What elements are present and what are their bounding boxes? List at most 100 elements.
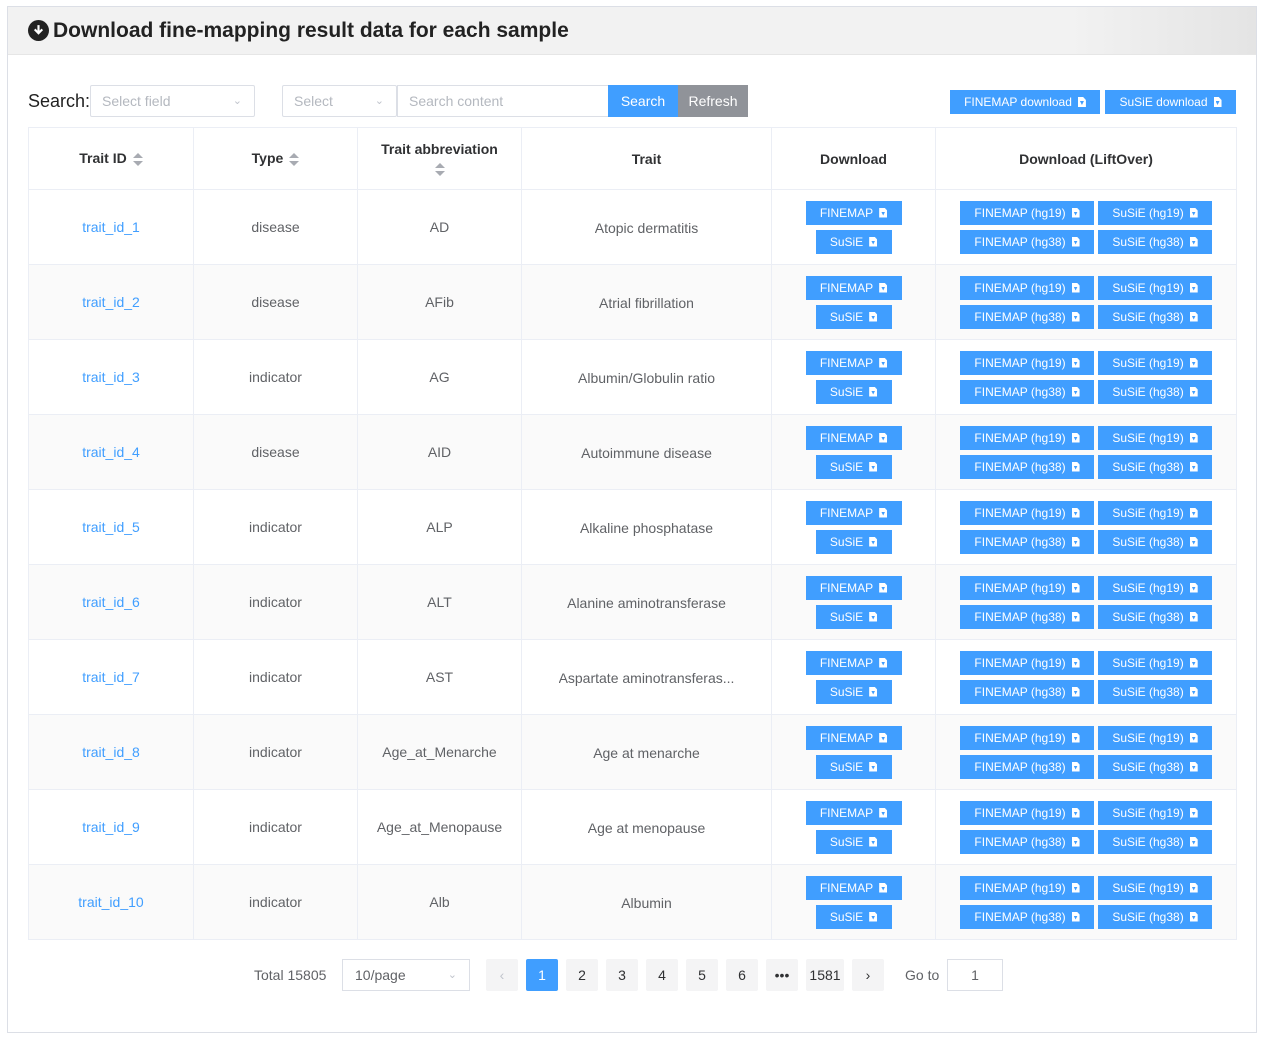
trait-id-link[interactable]: trait_id_10 <box>78 894 143 910</box>
trait-id-link[interactable]: trait_id_6 <box>82 594 140 610</box>
goto-page-input[interactable]: 1 <box>947 959 1003 991</box>
susie-button[interactable]: SuSiE <box>815 679 892 704</box>
finemap-hg38-button[interactable]: FINEMAP (hg38) <box>960 304 1094 329</box>
search-button[interactable]: Search <box>608 85 678 117</box>
finemap-hg19-button[interactable]: FINEMAP (hg19) <box>960 500 1094 525</box>
susie-hg38-button[interactable]: SuSiE (hg38) <box>1098 379 1212 404</box>
susie-hg19-button[interactable]: SuSiE (hg19) <box>1098 500 1212 525</box>
susie-hg19-button[interactable]: SuSiE (hg19) <box>1098 350 1212 375</box>
susie-button[interactable]: SuSiE <box>815 829 892 854</box>
finemap-hg19-button[interactable]: FINEMAP (hg19) <box>960 725 1094 750</box>
more-pages-button[interactable]: ••• <box>766 959 798 991</box>
sort-caret-icon[interactable] <box>289 152 300 167</box>
trait-id-link[interactable]: trait_id_1 <box>82 219 140 235</box>
susie-hg38-button[interactable]: SuSiE (hg38) <box>1098 679 1212 704</box>
finemap-hg19-button[interactable]: FINEMAP (hg19) <box>960 425 1094 450</box>
finemap-hg19-button[interactable]: FINEMAP (hg19) <box>960 200 1094 225</box>
finemap-button[interactable]: FINEMAP <box>805 200 902 225</box>
susie-hg19-button[interactable]: SuSiE (hg19) <box>1098 725 1212 750</box>
finemap-hg38-button[interactable]: FINEMAP (hg38) <box>960 529 1094 554</box>
finemap-button[interactable]: FINEMAP <box>805 650 902 675</box>
finemap-button[interactable]: FINEMAP <box>805 275 902 300</box>
susie-button[interactable]: SuSiE <box>815 454 892 479</box>
column-header-type[interactable]: Type <box>193 127 358 190</box>
susie-hg38-button[interactable]: SuSiE (hg38) <box>1098 229 1212 254</box>
finemap-hg19-button[interactable]: FINEMAP (hg19) <box>960 800 1094 825</box>
susie-button[interactable]: SuSiE <box>815 904 892 929</box>
susie-hg19-button[interactable]: SuSiE (hg19) <box>1098 575 1212 600</box>
trait-id-link[interactable]: trait_id_7 <box>82 669 140 685</box>
susie-hg38-button[interactable]: SuSiE (hg38) <box>1098 304 1212 329</box>
page-button-3[interactable]: 3 <box>606 959 638 991</box>
trait-id-link[interactable]: trait_id_2 <box>82 294 140 310</box>
susie-hg19-button[interactable]: SuSiE (hg19) <box>1098 875 1212 900</box>
button-label: FINEMAP <box>819 880 874 895</box>
column-header-trait-id[interactable]: Trait ID <box>28 127 194 190</box>
susie-button[interactable]: SuSiE <box>815 754 892 779</box>
page-button-last[interactable]: 1581 <box>806 959 844 991</box>
finemap-hg19-button[interactable]: FINEMAP (hg19) <box>960 275 1094 300</box>
susie-hg19-button[interactable]: SuSiE (hg19) <box>1098 425 1212 450</box>
finemap-button[interactable]: FINEMAP <box>805 725 902 750</box>
finemap-hg19-button[interactable]: FINEMAP (hg19) <box>960 575 1094 600</box>
finemap-hg38-button[interactable]: FINEMAP (hg38) <box>960 679 1094 704</box>
finemap-hg19-button[interactable]: FINEMAP (hg19) <box>960 650 1094 675</box>
column-header-trait-abbreviation[interactable]: Trait abbreviation <box>357 127 522 190</box>
finemap-hg19-button[interactable]: FINEMAP (hg19) <box>960 875 1094 900</box>
susie-button[interactable]: SuSiE <box>815 604 892 629</box>
page-button-2[interactable]: 2 <box>566 959 598 991</box>
susie-hg38-button[interactable]: SuSiE (hg38) <box>1098 904 1212 929</box>
finemap-hg19-button[interactable]: FINEMAP (hg19) <box>960 350 1094 375</box>
susie-hg19-button[interactable]: SuSiE (hg19) <box>1098 200 1212 225</box>
search-input[interactable]: Search content <box>397 85 609 117</box>
condition-select[interactable]: Select ⌄ <box>282 85 397 117</box>
finemap-button[interactable]: FINEMAP <box>805 875 902 900</box>
susie-button[interactable]: SuSiE <box>815 229 892 254</box>
button-label: SuSiE (hg19) <box>1112 580 1184 595</box>
trait-id-link[interactable]: trait_id_5 <box>82 519 140 535</box>
finemap-button[interactable]: FINEMAP <box>805 425 902 450</box>
finemap-hg38-button[interactable]: FINEMAP (hg38) <box>960 754 1094 779</box>
finemap-button[interactable]: FINEMAP <box>805 350 902 375</box>
finemap-download-button[interactable]: FINEMAP download <box>950 90 1100 114</box>
refresh-button[interactable]: Refresh <box>678 85 748 117</box>
field-select[interactable]: Select field ⌄ <box>90 85 255 117</box>
page-size-select[interactable]: 10/page ⌄ <box>342 959 470 991</box>
susie-button[interactable]: SuSiE <box>815 379 892 404</box>
susie-hg38-button[interactable]: SuSiE (hg38) <box>1098 529 1212 554</box>
trait-id-link[interactable]: trait_id_8 <box>82 744 140 760</box>
finemap-hg38-button[interactable]: FINEMAP (hg38) <box>960 229 1094 254</box>
finemap-button[interactable]: FINEMAP <box>805 800 902 825</box>
susie-hg38-button[interactable]: SuSiE (hg38) <box>1098 604 1212 629</box>
finemap-hg38-button[interactable]: FINEMAP (hg38) <box>960 829 1094 854</box>
sort-caret-icon[interactable] <box>132 152 143 167</box>
page-button-6[interactable]: 6 <box>726 959 758 991</box>
page-button-5[interactable]: 5 <box>686 959 718 991</box>
susie-hg19-button[interactable]: SuSiE (hg19) <box>1098 650 1212 675</box>
susie-hg38-button[interactable]: SuSiE (hg38) <box>1098 754 1212 779</box>
finemap-button[interactable]: FINEMAP <box>805 575 902 600</box>
trait-id-link[interactable]: trait_id_9 <box>82 819 140 835</box>
page-button-4[interactable]: 4 <box>646 959 678 991</box>
finemap-button[interactable]: FINEMAP <box>805 500 902 525</box>
trait-id-link[interactable]: trait_id_4 <box>82 444 140 460</box>
prev-page-button[interactable]: ‹ <box>486 959 518 991</box>
file-download-icon <box>1071 461 1080 472</box>
finemap-hg38-button[interactable]: FINEMAP (hg38) <box>960 379 1094 404</box>
susie-download-button[interactable]: SuSiE download <box>1105 90 1236 114</box>
finemap-hg38-button[interactable]: FINEMAP (hg38) <box>960 454 1094 479</box>
susie-hg19-button[interactable]: SuSiE (hg19) <box>1098 800 1212 825</box>
page-button-1[interactable]: 1 <box>526 959 558 991</box>
susie-button[interactable]: SuSiE <box>815 304 892 329</box>
finemap-hg38-button[interactable]: FINEMAP (hg38) <box>960 904 1094 929</box>
susie-button[interactable]: SuSiE <box>815 529 892 554</box>
next-page-button[interactable]: › <box>852 959 884 991</box>
trait-id-link[interactable]: trait_id_3 <box>82 369 140 385</box>
susie-hg38-button[interactable]: SuSiE (hg38) <box>1098 454 1212 479</box>
sort-caret-icon[interactable] <box>434 162 445 177</box>
cell-trait: Autoimmune disease <box>521 414 772 490</box>
susie-hg38-button[interactable]: SuSiE (hg38) <box>1098 829 1212 854</box>
finemap-hg38-button[interactable]: FINEMAP (hg38) <box>960 604 1094 629</box>
susie-hg19-button[interactable]: SuSiE (hg19) <box>1098 275 1212 300</box>
cell-download-liftover: FINEMAP (hg19) SuSiE (hg19) FINEMAP (hg38)… <box>935 414 1237 490</box>
